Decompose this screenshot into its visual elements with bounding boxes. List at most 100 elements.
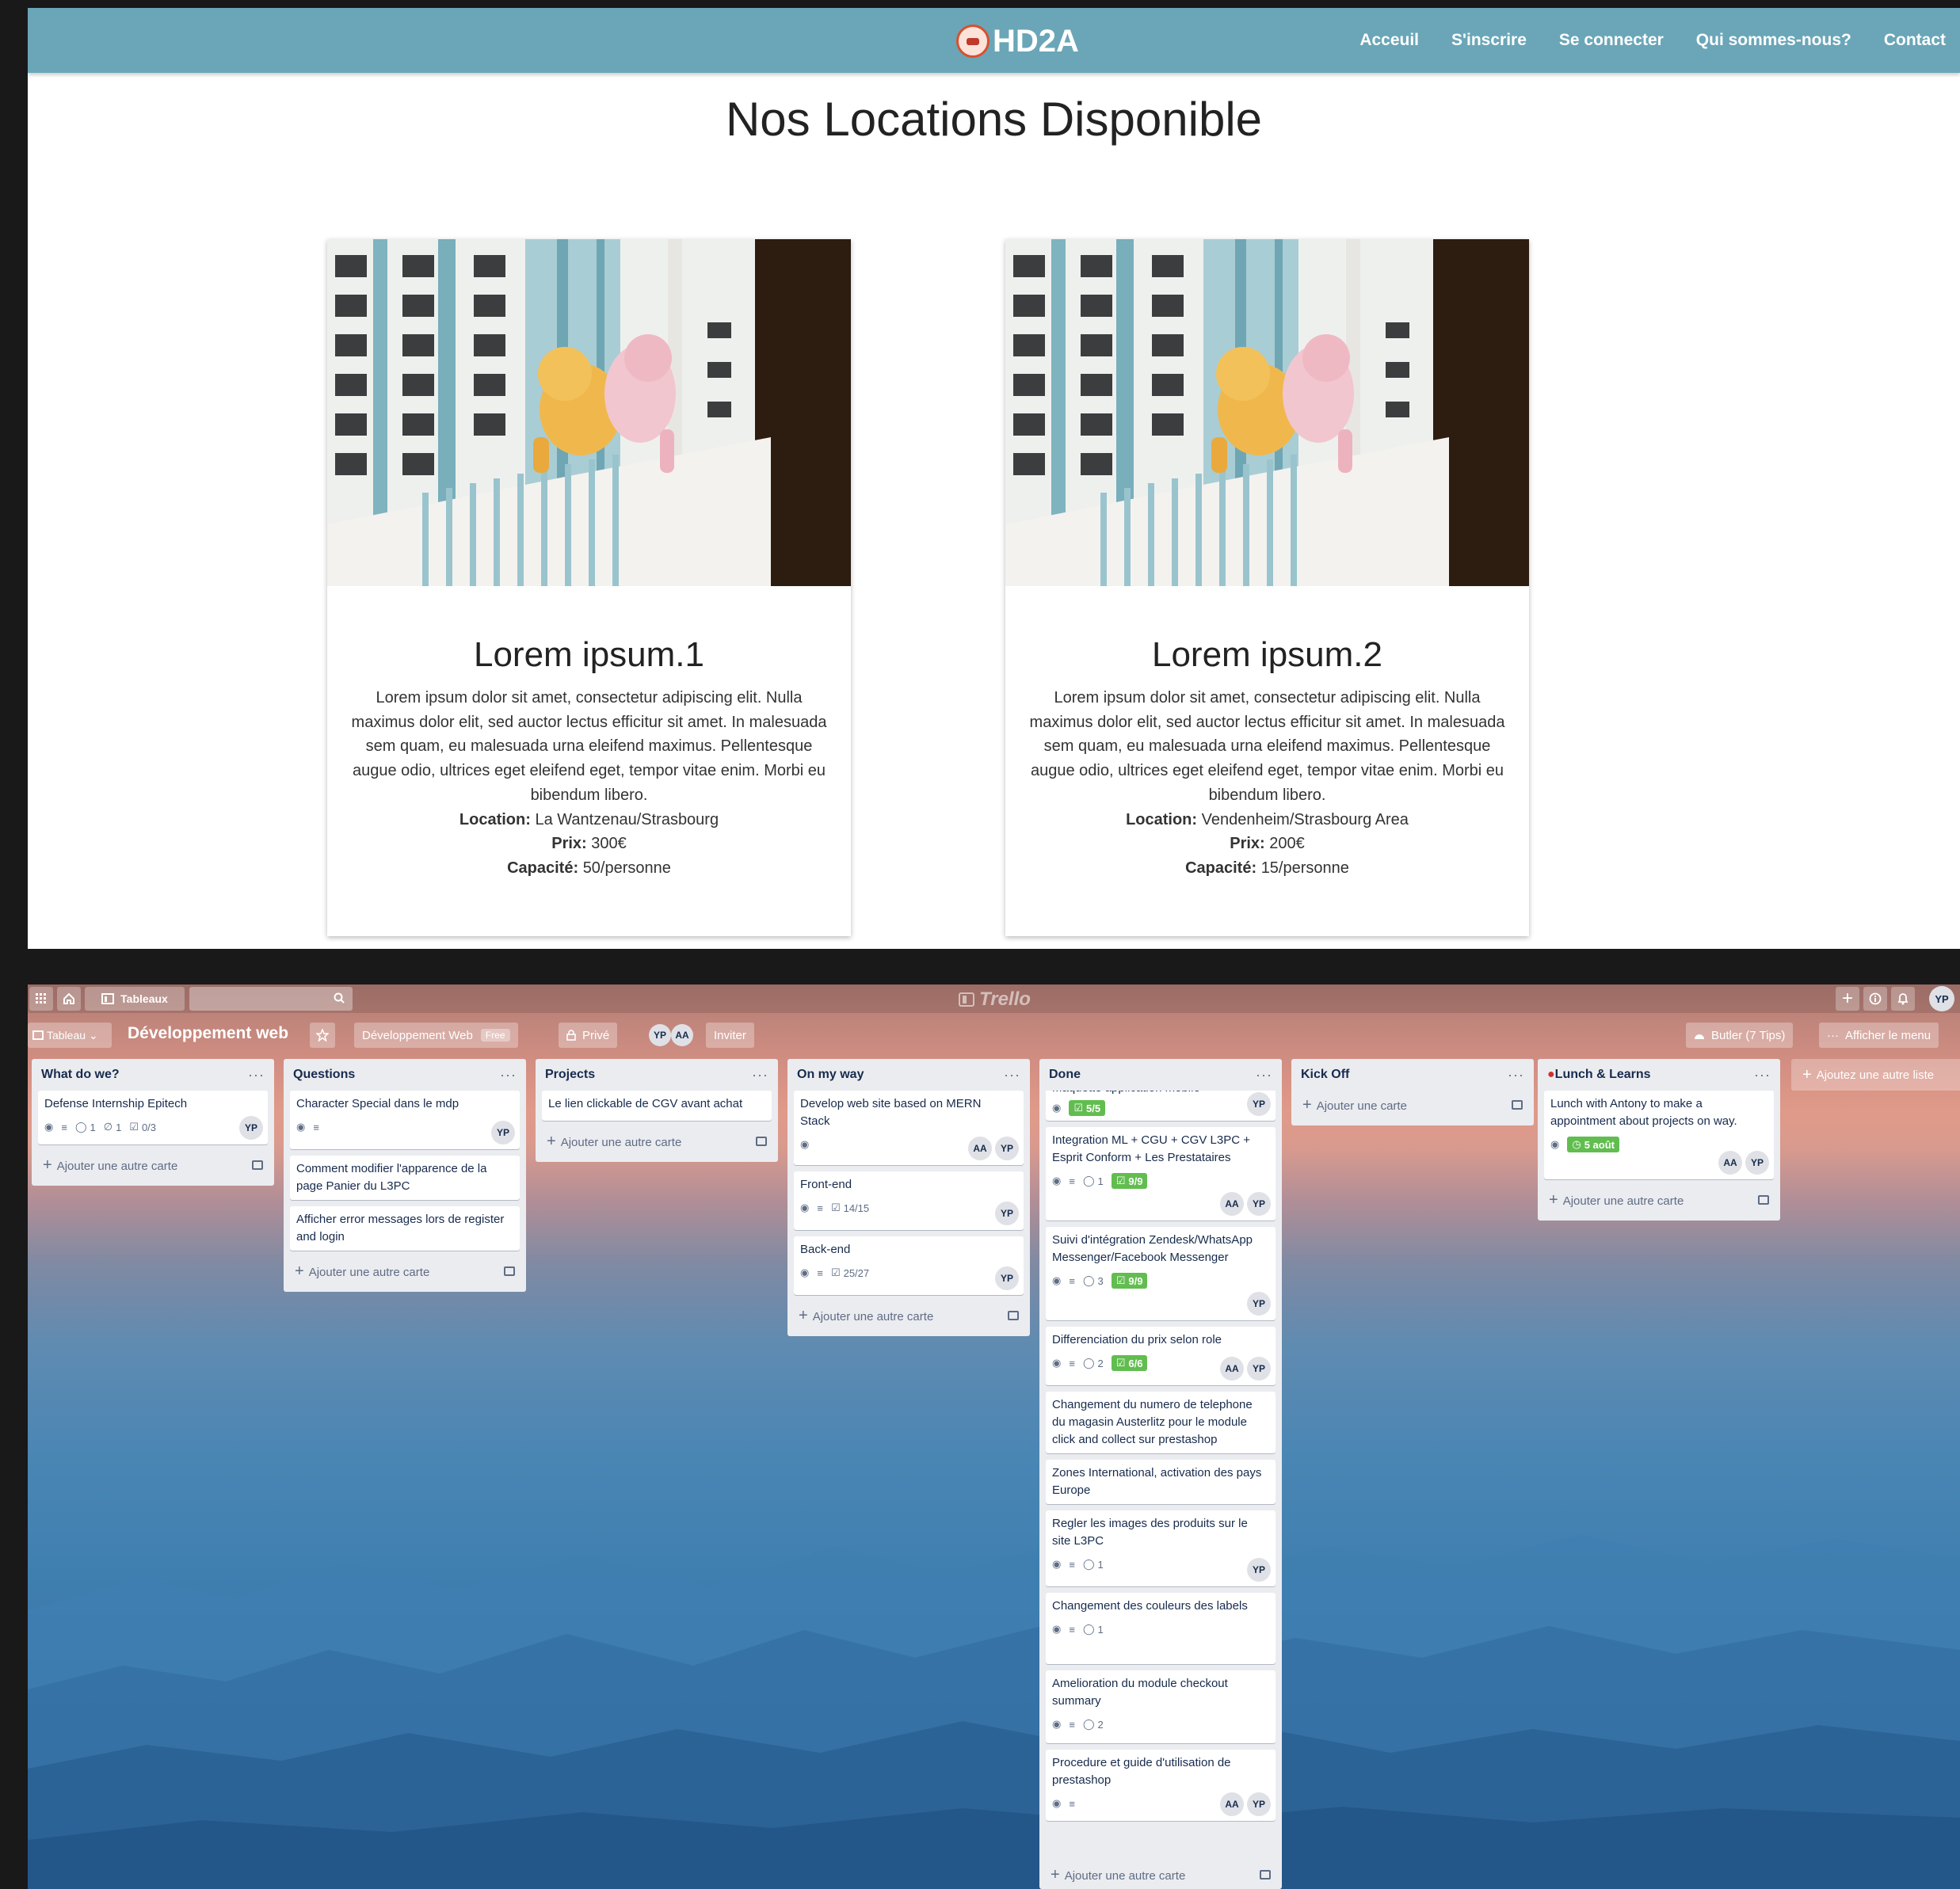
add-card-button[interactable]: + Ajouter une autre carte	[542, 1127, 772, 1156]
add-card-button[interactable]: + Ajouter une autre carte	[794, 1301, 1024, 1330]
card-template-icon[interactable]	[756, 1137, 767, 1146]
list-title[interactable]: On my way	[797, 1068, 864, 1082]
nav-link-acceuil[interactable]: Acceuil	[1359, 31, 1419, 50]
list-card[interactable]: Comment modifier l'apparence de la page …	[290, 1156, 520, 1200]
list-title[interactable]: Done	[1049, 1068, 1081, 1082]
comments-badge: ◯ 2	[1083, 1357, 1104, 1369]
trello-logo-text: Trello	[979, 988, 1031, 1010]
list-card[interactable]: Changement des couleurs des labels ◉ ≡ ◯…	[1046, 1593, 1276, 1664]
add-card-button[interactable]: + Ajouter une carte	[1298, 1091, 1527, 1119]
trello-logo[interactable]: Trello	[959, 988, 1031, 1011]
show-menu-button[interactable]: ··· Afficher le menu	[1819, 1023, 1939, 1048]
list-card[interactable]: Back-end ◉ ≡ ☑ 25/27 YP	[794, 1236, 1024, 1295]
list-menu-icon[interactable]: ···	[1754, 1067, 1771, 1084]
list-card[interactable]: Lunch with Antony to make a appointment …	[1544, 1091, 1774, 1179]
list-card[interactable]: Regler les images des produits sur le si…	[1046, 1510, 1276, 1586]
brand-logo-link[interactable]: HD2A	[956, 19, 1079, 63]
trello-logo-icon	[959, 992, 974, 1007]
card-template-icon[interactable]	[252, 1160, 263, 1170]
list-menu-icon[interactable]: ···	[248, 1067, 265, 1084]
apps-grid-button[interactable]	[29, 987, 53, 1011]
card-title: Comment modifier l'apparence de la page …	[296, 1162, 487, 1193]
list-menu-icon[interactable]: ···	[1256, 1067, 1272, 1084]
card-template-icon[interactable]	[1758, 1195, 1769, 1205]
card-template-icon[interactable]	[1008, 1311, 1019, 1320]
team-label: Développement Web	[362, 1028, 473, 1042]
home-button[interactable]	[57, 987, 81, 1011]
member-avatar[interactable]: YP	[649, 1024, 671, 1046]
member-avatar: YP	[1745, 1151, 1769, 1175]
list-card[interactable]: Le lien clickable de CGV avant achat	[542, 1091, 772, 1121]
nav-link-sinscrire[interactable]: S'inscrire	[1451, 31, 1527, 50]
nav-link-contact[interactable]: Contact	[1884, 31, 1946, 50]
list-menu-icon[interactable]: ···	[1508, 1067, 1524, 1084]
list-card[interactable]: Defense Internship Epitech ◉ ≡ ◯ 1 ∅ 1 ☑ 0/…	[38, 1091, 268, 1144]
list-card[interactable]: Develop web site based on MERN Stack ◉ A…	[794, 1091, 1024, 1165]
list-cards-scroll[interactable]: Maquette application mobile ◉ ☑5/5 YP In…	[1046, 1091, 1279, 1849]
price-value: 200€	[1269, 835, 1305, 853]
brand-emblem-icon	[956, 25, 990, 58]
card-template-icon[interactable]	[1260, 1870, 1271, 1879]
invite-button[interactable]: Inviter	[706, 1023, 754, 1048]
nav-link-qui-sommes-nous[interactable]: Qui sommes-nous?	[1696, 31, 1851, 50]
nav-link-se-connecter[interactable]: Se connecter	[1559, 31, 1664, 50]
search-input[interactable]	[189, 987, 353, 1011]
list-title[interactable]: Kick Off	[1301, 1068, 1349, 1082]
description-icon: ≡	[1069, 1274, 1075, 1287]
team-button[interactable]: Développement Web Free	[354, 1023, 518, 1048]
list-title-row[interactable]: ●Lunch & Learns	[1547, 1068, 1651, 1082]
card-members: AA YP	[1718, 1151, 1769, 1175]
member-avatar: YP	[1247, 1092, 1271, 1116]
list-card[interactable]: Character Special dans le mdp ◉ ≡ YP	[290, 1091, 520, 1149]
card-title: Amelioration du module checkout summary	[1052, 1677, 1228, 1708]
board-name[interactable]: Développement web	[128, 1024, 288, 1043]
privacy-button[interactable]: Privé	[559, 1023, 618, 1048]
add-card-button[interactable]: + Ajouter une autre carte	[290, 1257, 520, 1285]
list-questions: Questions ··· Character Special dans le …	[284, 1059, 526, 1292]
bell-icon	[1897, 993, 1909, 1005]
list-card[interactable]: Differenciation du prix selon role ◉ ≡ ◯…	[1046, 1327, 1276, 1385]
list-menu-icon[interactable]: ···	[752, 1067, 768, 1084]
butler-button[interactable]: Butler (7 Tips)	[1686, 1023, 1794, 1048]
description-icon: ≡	[1069, 1623, 1075, 1636]
trello-header: Tableaux Trello + YP	[28, 984, 1960, 1013]
list-card[interactable]: Front-end ◉ ≡ ☑ 14/15 YP	[794, 1171, 1024, 1230]
card-template-icon[interactable]	[504, 1266, 515, 1276]
list-menu-icon[interactable]: ···	[500, 1067, 517, 1084]
info-button[interactable]	[1863, 987, 1887, 1011]
user-avatar[interactable]: YP	[1929, 986, 1954, 1011]
list-kick-off: Kick Off ··· + Ajouter une carte	[1291, 1059, 1534, 1125]
list-card[interactable]: Procedure et guide d'utilisation de pres…	[1046, 1750, 1276, 1821]
boards-button[interactable]: Tableaux	[85, 987, 185, 1011]
star-board-button[interactable]	[310, 1023, 335, 1048]
list-title[interactable]: Questions	[293, 1068, 355, 1082]
lock-icon	[566, 1030, 576, 1041]
list-card[interactable]: Suivi d'intégration Zendesk/WhatsApp Mes…	[1046, 1227, 1276, 1320]
add-list-button[interactable]: + Ajoutez une autre liste	[1791, 1059, 1960, 1091]
list-card[interactable]: Amelioration du module checkout summary …	[1046, 1670, 1276, 1743]
chevron-down-icon: ⌄	[89, 1028, 98, 1042]
create-button[interactable]: +	[1836, 987, 1859, 1011]
board-view-switcher[interactable]: Tableau ⌄	[28, 1023, 112, 1048]
list-card[interactable]: Changement du numero de telephone du mag…	[1046, 1392, 1276, 1453]
watch-icon: ◉	[1052, 1623, 1062, 1635]
attachment-count: 1	[116, 1121, 122, 1133]
list-card[interactable]: Zones International, activation des pays…	[1046, 1460, 1276, 1504]
list-title[interactable]: Projects	[545, 1068, 595, 1082]
list-card[interactable]: Maquette application mobile ◉ ☑5/5 YP	[1046, 1091, 1276, 1121]
list-card[interactable]: Integration ML + CGU + CGV L3PC + Esprit…	[1046, 1127, 1276, 1221]
clock-icon: ◷	[1572, 1138, 1581, 1150]
butler-label: Butler (7 Tips)	[1711, 1028, 1786, 1042]
list-title[interactable]: What do we?	[41, 1068, 120, 1082]
add-card-button[interactable]: + Ajouter une autre carte	[1046, 1860, 1276, 1889]
add-card-button[interactable]: + Ajouter une autre carte	[38, 1151, 268, 1179]
card-template-icon[interactable]	[1512, 1100, 1523, 1110]
list-menu-icon[interactable]: ···	[1004, 1067, 1020, 1084]
card-title: Zones International, activation des pays…	[1052, 1466, 1262, 1497]
list-header: ●Lunch & Learns ···	[1544, 1059, 1774, 1091]
member-avatar: AA	[968, 1137, 992, 1160]
list-card[interactable]: Afficher error messages lors de register…	[290, 1206, 520, 1251]
add-card-button[interactable]: + Ajouter une autre carte	[1544, 1186, 1774, 1214]
member-avatar[interactable]: AA	[671, 1024, 693, 1046]
notifications-button[interactable]	[1891, 987, 1915, 1011]
